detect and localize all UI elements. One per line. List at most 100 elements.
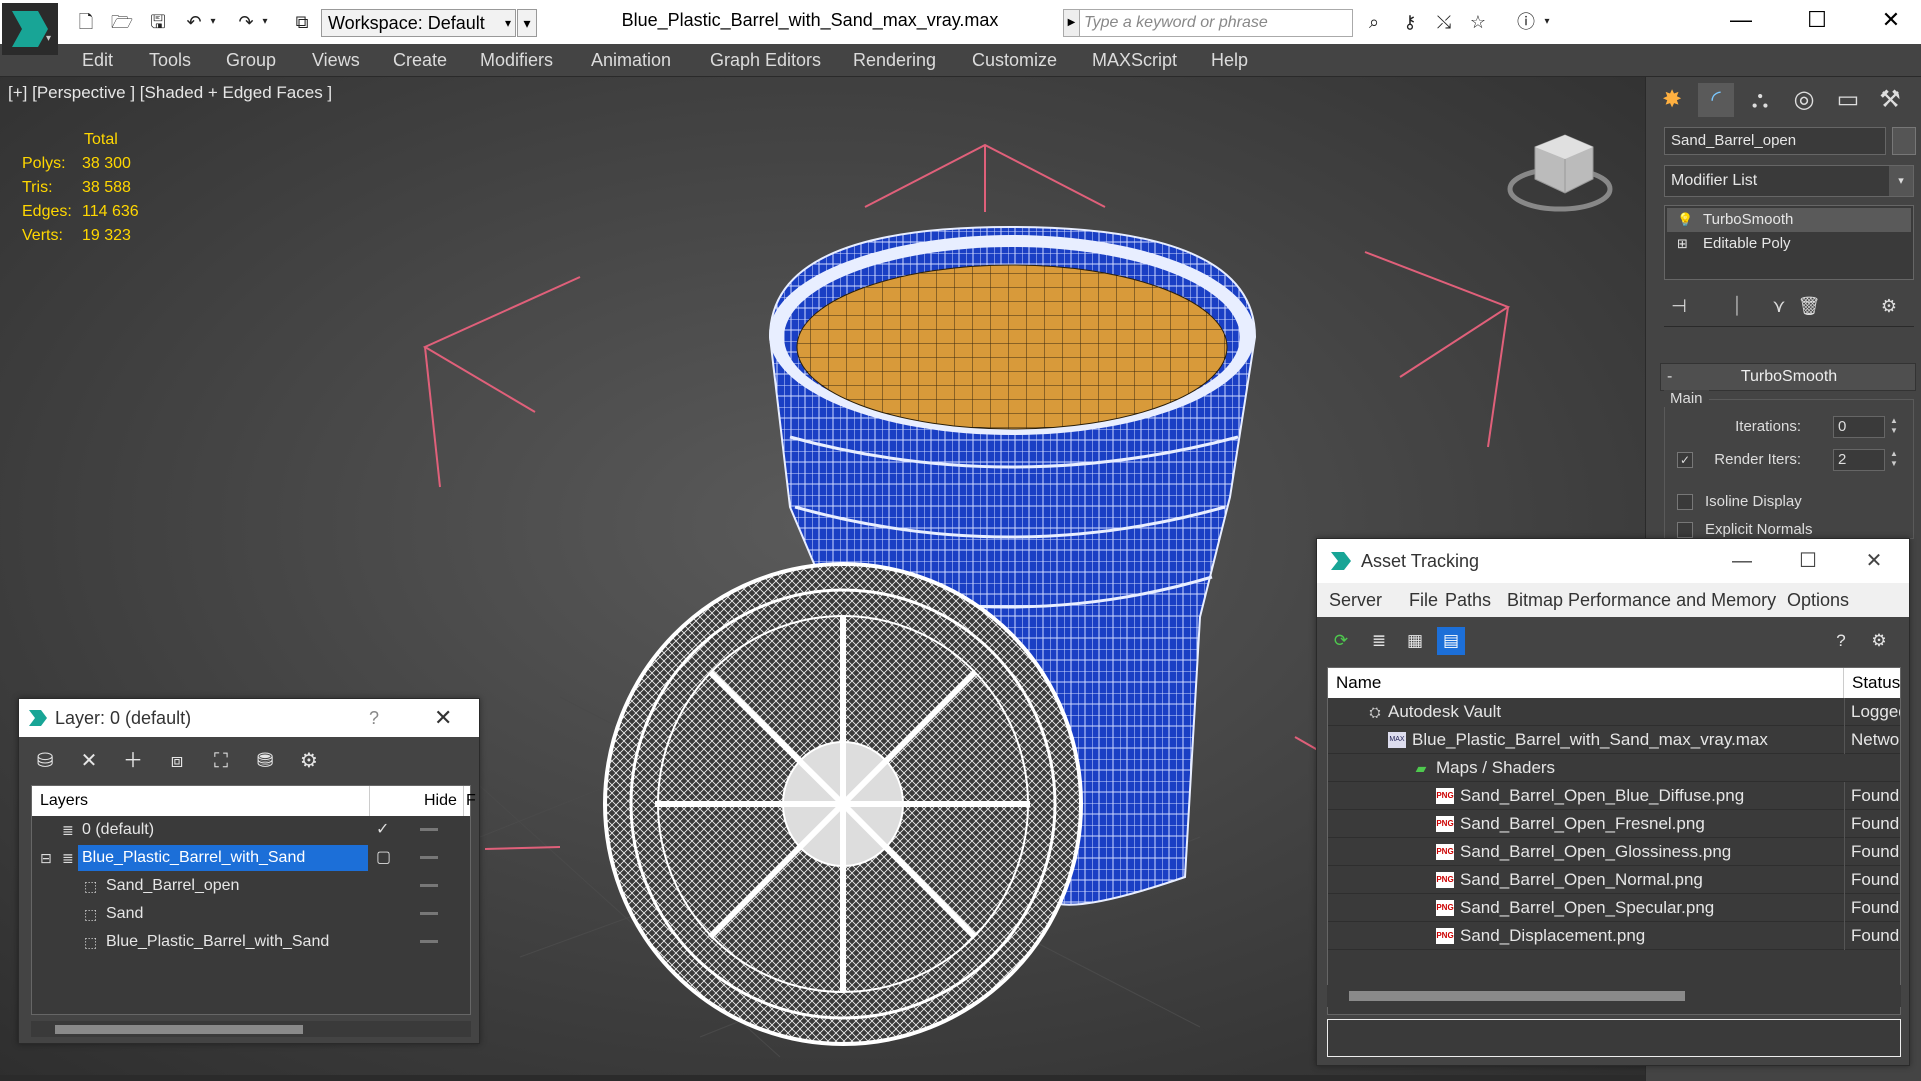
asset-menu-paths[interactable]: Paths	[1445, 583, 1491, 617]
lightbulb-icon[interactable]: 💡	[1677, 208, 1693, 232]
explicit-normals-checkbox[interactable]	[1677, 522, 1693, 538]
modifier-list-dropdown[interactable]: Modifier List ▾	[1664, 165, 1914, 197]
exchange-icon[interactable]: ⤯	[1430, 8, 1458, 36]
undo-icon[interactable]: ↶	[180, 8, 208, 36]
hide-toggle[interactable]	[420, 856, 438, 859]
viewcube-icon[interactable]	[1505, 117, 1615, 217]
display-tab-icon[interactable]: ▭	[1830, 83, 1866, 117]
menu-maxscript[interactable]: MAXScript	[1092, 44, 1177, 77]
layer-row[interactable]: ⊟ ≣ Blue_Plastic_Barrel_with_Sand ▢	[32, 844, 470, 872]
asset-row[interactable]: PNG Sand_Barrel_Open_Blue_Diffuse.png Fo…	[1328, 782, 1900, 810]
layer-dialog-titlebar[interactable]: Layer: 0 (default) ? ✕	[19, 699, 479, 737]
redo-dropdown-icon[interactable]: ▾	[258, 8, 272, 36]
menu-customize[interactable]: Customize	[972, 44, 1057, 77]
scrollbar-thumb[interactable]	[55, 1025, 303, 1034]
create-tab-icon[interactable]: ✸	[1654, 83, 1690, 117]
maximize-button[interactable]: ☐	[1783, 539, 1833, 583]
layer-row-name[interactable]: Sand	[102, 901, 143, 927]
asset-row[interactable]: PNG Sand_Barrel_Open_Normal.png Found	[1328, 866, 1900, 894]
minimize-button[interactable]: —	[1711, 0, 1771, 40]
asset-row[interactable]: PNG Sand_Displacement.png Found	[1328, 922, 1900, 950]
menu-edit[interactable]: Edit	[82, 44, 113, 77]
modify-tab-icon[interactable]: ◜	[1698, 83, 1734, 117]
render-iters-checkbox[interactable]: ✓	[1677, 452, 1693, 468]
render-iters-field[interactable]: 2	[1833, 449, 1885, 471]
motion-tab-icon[interactable]: ◎	[1786, 83, 1822, 117]
asset-path-field[interactable]	[1327, 1019, 1901, 1057]
search-box[interactable]: ▶	[1063, 9, 1353, 37]
render-iters-spinner[interactable]: ▲ ▼	[1887, 449, 1901, 471]
layer-row[interactable]: ⬚ Sand	[32, 900, 470, 928]
asset-row[interactable]: ▰ Maps / Shaders	[1328, 754, 1900, 782]
asset-row[interactable]: PNG Sand_Barrel_Open_Specular.png Found	[1328, 894, 1900, 922]
menu-group[interactable]: Group	[226, 44, 276, 77]
layer-row-name[interactable]: Blue_Plastic_Barrel_with_Sand	[78, 845, 368, 871]
settings-help-icon[interactable]: ⚙	[1865, 627, 1893, 655]
close-button[interactable]: ✕	[1861, 0, 1921, 40]
viewport-label[interactable]: [+] [Perspective ] [Shaded + Edged Faces…	[8, 83, 332, 103]
expand-plus-icon[interactable]: ⊞	[1677, 232, 1688, 256]
stack-item-turbosmooth[interactable]: 💡 TurboSmooth	[1667, 208, 1911, 232]
list-view-icon[interactable]: ≣	[1365, 627, 1393, 655]
help-icon[interactable]: ⓘ	[1512, 8, 1540, 36]
asset-row[interactable]: PNG Sand_Barrel_Open_Fresnel.png Found	[1328, 810, 1900, 838]
layer-row-name[interactable]: Blue_Plastic_Barrel_with_Sand	[102, 929, 329, 955]
menu-animation[interactable]: Animation	[591, 44, 671, 77]
asset-menu-options[interactable]: Options	[1787, 583, 1849, 617]
configure-sets-icon[interactable]: ⚙	[1874, 291, 1904, 321]
hide-toggle[interactable]	[420, 912, 438, 915]
delete-icon[interactable]: ✕	[73, 745, 105, 777]
refresh-icon[interactable]: ⟳	[1327, 627, 1355, 655]
asset-row[interactable]: ⛭ Autodesk Vault Logged	[1328, 698, 1900, 726]
search-expand-icon[interactable]: ▶	[1064, 10, 1080, 36]
object-name-field[interactable]: Sand_Barrel_open	[1664, 127, 1886, 155]
remove-modifier-icon[interactable]: 🗑	[1794, 291, 1824, 321]
app-logo[interactable]: ▾	[2, 3, 58, 55]
save-file-icon[interactable]: 🖫	[144, 8, 172, 36]
asset-row[interactable]: MAX Blue_Plastic_Barrel_with_Sand_max_vr…	[1328, 726, 1900, 754]
help-button[interactable]: ?	[369, 699, 379, 737]
project-folder-icon[interactable]: ⧉	[288, 8, 316, 36]
show-end-result-icon[interactable]: ⏐	[1722, 291, 1752, 321]
menu-views[interactable]: Views	[312, 44, 360, 77]
asset-row[interactable]: PNG Sand_Barrel_Open_Glossiness.png Foun…	[1328, 838, 1900, 866]
binoculars-icon[interactable]: ⌕	[1360, 8, 1388, 36]
layer-current-icon[interactable]: ⛃	[249, 745, 281, 777]
menu-rendering[interactable]: Rendering	[853, 44, 936, 77]
turbosmooth-rollout-header[interactable]: TurboSmooth -	[1660, 363, 1916, 391]
scrollbar-thumb[interactable]	[1349, 991, 1685, 1001]
hierarchy-tab-icon[interactable]: ⛬	[1742, 83, 1778, 117]
col-freeze[interactable]: F	[464, 786, 476, 816]
isoline-checkbox[interactable]	[1677, 494, 1693, 510]
thumbnail-view-icon[interactable]: ▦	[1401, 627, 1429, 655]
stack-item-editable-poly[interactable]: ⊞ Editable Poly	[1667, 232, 1911, 256]
pin-stack-icon[interactable]: ⊣	[1664, 291, 1694, 321]
favorites-star-icon[interactable]: ☆	[1464, 8, 1492, 36]
current-layer-check-icon[interactable]: ✓	[376, 816, 389, 844]
layer-row-name[interactable]: Sand_Barrel_open	[102, 873, 239, 899]
layer-row[interactable]: ≣ 0 (default) ✓	[32, 816, 470, 844]
menu-graph-editors[interactable]: Graph Editors	[710, 44, 821, 77]
iterations-field[interactable]: 0	[1833, 416, 1885, 438]
add-icon[interactable]: ＋	[117, 745, 149, 777]
close-button[interactable]: ✕	[1849, 539, 1899, 583]
col-hide[interactable]: Hide	[416, 786, 464, 816]
help-dropdown-icon[interactable]: ▾	[1540, 8, 1554, 36]
col-layers[interactable]: Layers	[32, 786, 370, 816]
layer-row[interactable]: ⬚ Sand_Barrel_open	[32, 872, 470, 900]
asset-menu-server[interactable]: Server	[1329, 583, 1382, 617]
layer-create-icon[interactable]: ⛁	[29, 745, 61, 777]
search-input[interactable]	[1084, 12, 1349, 34]
maximize-button[interactable]: ☐	[1787, 0, 1847, 40]
layer-row[interactable]: ⬚ Blue_Plastic_Barrel_with_Sand	[32, 928, 470, 956]
menu-tools[interactable]: Tools	[149, 44, 191, 77]
utilities-tab-icon[interactable]: ⚒	[1872, 83, 1908, 117]
current-layer-box-icon[interactable]: ▢	[376, 844, 391, 872]
menu-create[interactable]: Create	[393, 44, 447, 77]
asset-menu-bitmap-performance[interactable]: Bitmap Performance and Memory	[1507, 583, 1776, 617]
asset-horizontal-scrollbar[interactable]	[1327, 985, 1901, 1007]
asset-menu-file[interactable]: File	[1409, 583, 1438, 617]
minimize-button[interactable]: —	[1717, 539, 1767, 583]
col-status[interactable]: Status	[1844, 668, 1900, 698]
hide-toggle[interactable]	[420, 884, 438, 887]
